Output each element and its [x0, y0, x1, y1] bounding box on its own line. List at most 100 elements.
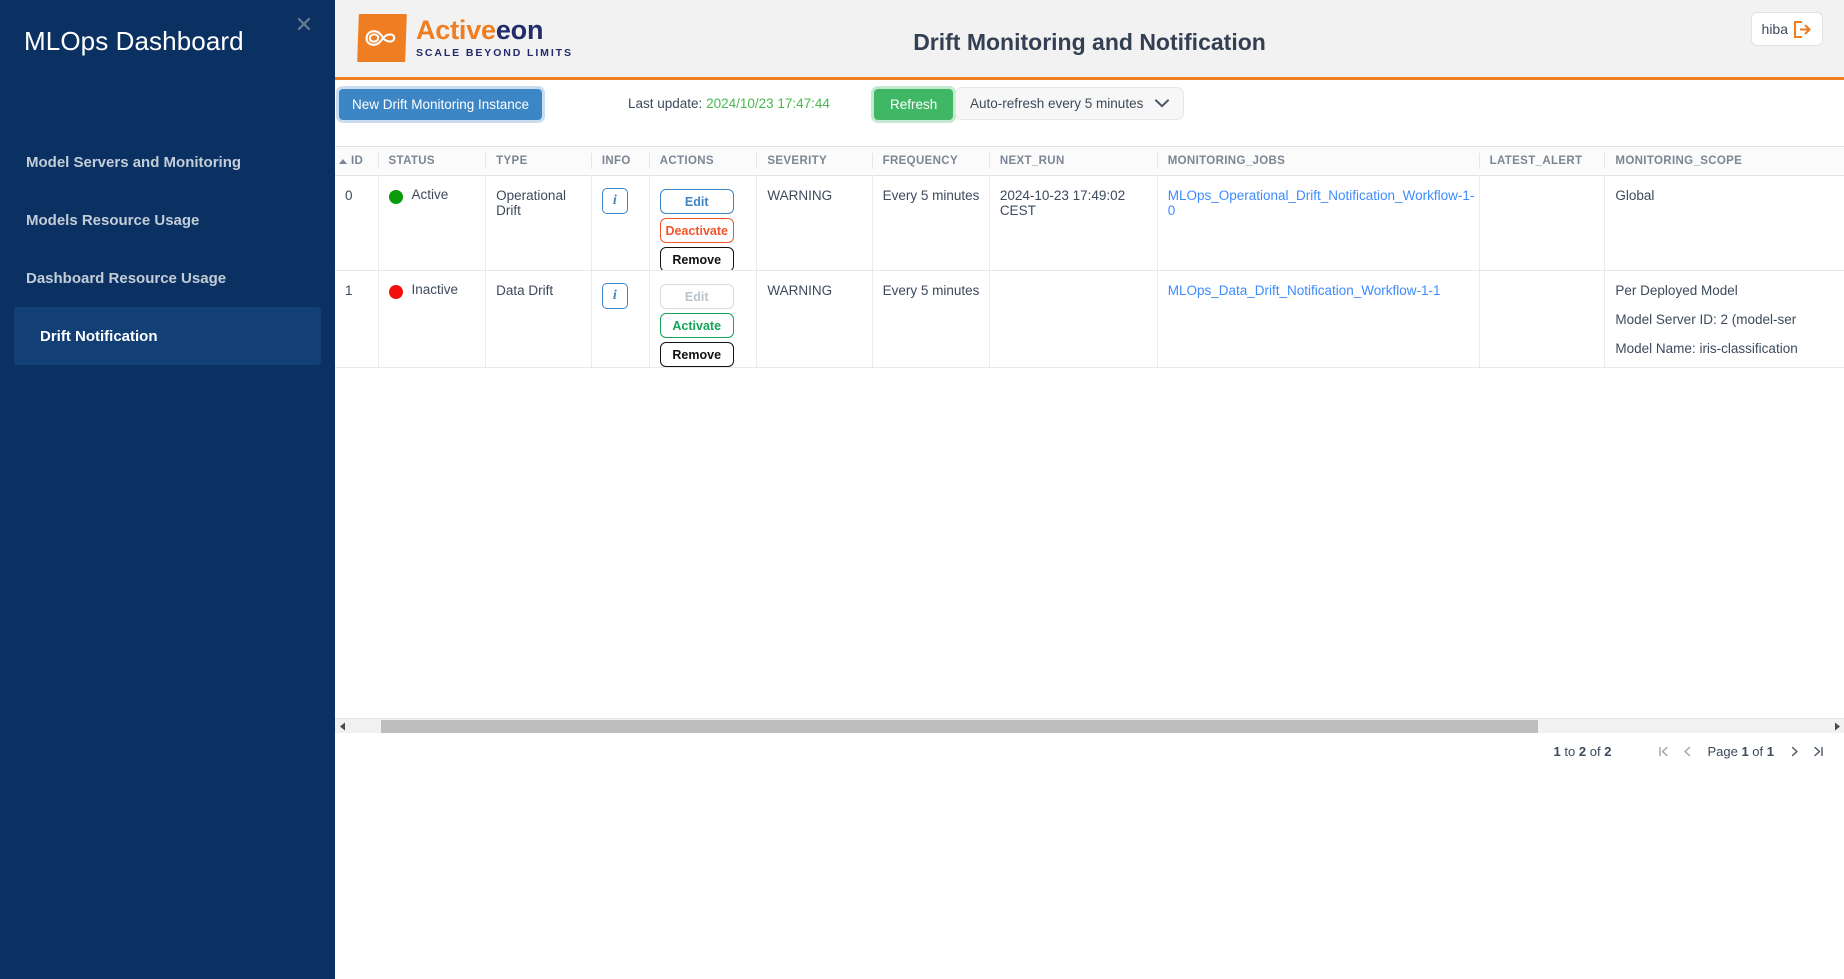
- column-header-monitoring-scope[interactable]: MONITORING_SCOPE: [1604, 153, 1844, 169]
- info-icon[interactable]: i: [601, 188, 628, 214]
- previous-page-icon[interactable]: [1675, 740, 1699, 762]
- pagination-of-word: of: [1589, 743, 1601, 759]
- new-drift-monitoring-instance-button[interactable]: New Drift Monitoring Instance: [339, 89, 543, 120]
- deactivate-button[interactable]: Deactivate: [659, 218, 734, 243]
- logout-icon[interactable]: [1792, 20, 1812, 39]
- last-update-status: Last update: 2024/10/23 17:47:44: [628, 96, 830, 111]
- cell-monitoring-scope: Per Deployed Model Model Server ID: 2 (m…: [1604, 271, 1844, 367]
- status-label: Active: [411, 187, 449, 202]
- last-update-label: Last update:: [628, 96, 703, 111]
- cell-actions: Edit Deactivate Remove: [648, 176, 757, 270]
- column-header-type[interactable]: TYPE: [485, 153, 591, 169]
- scroll-right-icon[interactable]: [1830, 719, 1844, 734]
- edit-button: Edit: [659, 284, 734, 309]
- activate-button[interactable]: Activate: [659, 313, 734, 338]
- scope-line: Model Name: iris-classification: [1615, 341, 1798, 356]
- sidebar-item-drift-notification[interactable]: Drift Notification: [14, 307, 321, 365]
- horizontal-scrollbar[interactable]: [335, 718, 1844, 733]
- cell-latest-alert: [1478, 176, 1605, 270]
- action-button-group: Edit Activate Remove: [659, 283, 757, 367]
- page-title: Drift Monitoring and Notification: [913, 29, 1266, 55]
- pagination: 1 to 2 of 2 Page 1 of 1: [1554, 740, 1830, 762]
- toolbar: New Drift Monitoring Instance Last updat…: [335, 80, 1844, 143]
- column-header-label: STATUS: [388, 155, 435, 167]
- remove-button[interactable]: Remove: [659, 342, 734, 367]
- user-menu-button[interactable]: hiba: [1750, 12, 1823, 46]
- column-header-label: MONITORING_JOBS: [1167, 155, 1286, 167]
- page-of-word: of: [1752, 743, 1764, 759]
- cell-next-run: [988, 271, 1157, 367]
- cell-id: 1: [345, 283, 353, 298]
- status-indicator-dot: [388, 285, 403, 299]
- sidebar-item-models-resource-usage[interactable]: Models Resource Usage: [0, 191, 335, 249]
- column-header-latest-alert[interactable]: LATEST_ALERT: [1478, 153, 1605, 169]
- next-page-icon[interactable]: [1782, 740, 1806, 762]
- table-header-row: ID STATUS TYPE INFO ACTIONS SEVERITY FRE…: [335, 146, 1844, 176]
- column-header-next-run[interactable]: NEXT_RUN: [988, 153, 1157, 169]
- auto-refresh-selected-label: Auto-refresh every 5 minutes: [970, 96, 1144, 111]
- scrollbar-thumb[interactable]: [381, 719, 1538, 733]
- auto-refresh-select[interactable]: Auto-refresh every 5 minutes: [955, 87, 1184, 120]
- column-header-label: ACTIONS: [659, 155, 714, 167]
- table-row[interactable]: 0 Active Operational Drift i Edit Deacti…: [335, 176, 1844, 271]
- column-header-label: FREQUENCY: [882, 155, 958, 167]
- scrollbar-track[interactable]: [349, 719, 1830, 734]
- sidebar-item-label: Dashboard Resource Usage: [26, 269, 227, 287]
- chevron-down-icon: [1155, 95, 1169, 113]
- column-header-label: SEVERITY: [767, 155, 828, 167]
- cell-type: Data Drift: [485, 271, 591, 367]
- scope-line: Per Deployed Model: [1615, 283, 1738, 298]
- app-root: ✕ MLOps Dashboard Model Servers and Moni…: [0, 0, 1844, 979]
- cell-type: Operational Drift: [485, 176, 591, 270]
- page-word: Page: [1707, 743, 1738, 759]
- pagination-range-end: 2: [1578, 743, 1587, 759]
- cell-actions: Edit Activate Remove: [648, 271, 757, 367]
- top-header-bar: Activeeon SCALE BEYOND LIMITS Drift Moni…: [335, 0, 1844, 80]
- cell-monitoring-jobs: MLOps_Data_Drift_Notification_Workflow-1…: [1156, 271, 1479, 367]
- column-header-severity[interactable]: SEVERITY: [756, 153, 871, 169]
- cell-severity: WARNING: [756, 271, 871, 367]
- cell-monitoring-jobs: MLOps_Operational_Drift_Notification_Wor…: [1156, 176, 1479, 270]
- scope-line: Model Server ID: 2 (model-ser: [1615, 312, 1797, 327]
- page-indicator: Page 1 of 1: [1707, 744, 1774, 759]
- cell-monitoring-scope: Global: [1604, 176, 1844, 270]
- monitoring-job-link[interactable]: MLOps_Operational_Drift_Notification_Wor…: [1168, 188, 1475, 218]
- cell-frequency: Every 5 minutes: [871, 176, 989, 270]
- column-header-label: MONITORING_SCOPE: [1615, 155, 1743, 167]
- table-row[interactable]: 1 Inactive Data Drift i Edit Activate Re…: [335, 271, 1844, 368]
- pagination-range-start: 1: [1553, 743, 1561, 759]
- sidebar-item-dashboard-resource-usage[interactable]: Dashboard Resource Usage: [0, 249, 335, 307]
- column-header-actions[interactable]: ACTIONS: [648, 153, 757, 169]
- column-header-monitoring-jobs[interactable]: MONITORING_JOBS: [1156, 153, 1479, 169]
- sidebar-item-model-servers-and-monitoring[interactable]: Model Servers and Monitoring: [0, 133, 335, 191]
- sidebar-item-label: Model Servers and Monitoring: [26, 153, 242, 171]
- sidebar: ✕ MLOps Dashboard Model Servers and Moni…: [0, 0, 335, 979]
- column-header-label: ID: [351, 155, 364, 167]
- status-label: Inactive: [411, 282, 459, 297]
- sidebar-nav: Model Servers and Monitoring Models Reso…: [0, 133, 335, 365]
- page-current: 1: [1741, 743, 1749, 759]
- close-icon[interactable]: ✕: [293, 14, 315, 36]
- refresh-button[interactable]: Refresh: [874, 89, 954, 120]
- status-indicator-dot: [388, 190, 403, 204]
- first-page-icon[interactable]: [1651, 740, 1675, 762]
- remove-button[interactable]: Remove: [659, 247, 734, 270]
- sort-ascending-icon: [339, 158, 347, 164]
- column-header-info[interactable]: INFO: [590, 153, 649, 169]
- column-header-status[interactable]: STATUS: [377, 153, 486, 169]
- column-header-label: INFO: [601, 155, 631, 167]
- monitoring-job-link[interactable]: MLOps_Data_Drift_Notification_Workflow-1…: [1168, 283, 1441, 298]
- cell-latest-alert: [1478, 271, 1605, 367]
- info-icon[interactable]: i: [601, 283, 628, 309]
- cell-id: 0: [345, 188, 353, 203]
- pagination-total: 2: [1604, 743, 1612, 759]
- scroll-left-icon[interactable]: [335, 719, 349, 734]
- column-header-id[interactable]: ID: [335, 153, 378, 169]
- last-page-icon[interactable]: [1806, 740, 1830, 762]
- pagination-summary: 1 to 2 of 2: [1554, 744, 1612, 759]
- edit-button[interactable]: Edit: [659, 189, 734, 214]
- sidebar-item-label: Drift Notification: [40, 327, 158, 345]
- column-header-frequency[interactable]: FREQUENCY: [871, 153, 989, 169]
- cell-info: i: [590, 271, 649, 367]
- cell-status: Inactive: [377, 271, 486, 367]
